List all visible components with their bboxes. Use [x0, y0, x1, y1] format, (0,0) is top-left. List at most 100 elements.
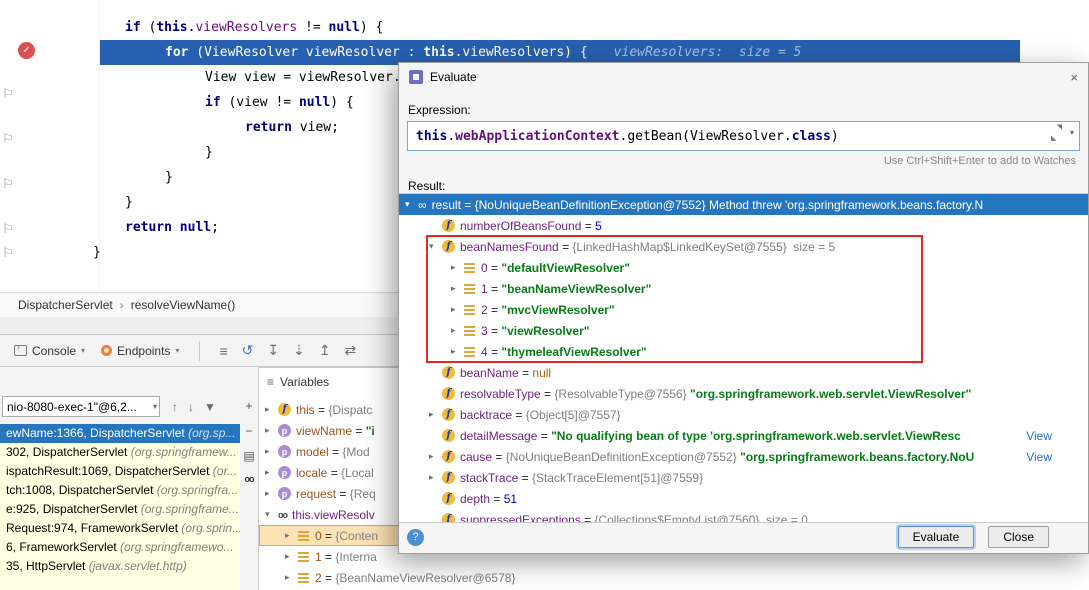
tree-row[interactable]: fresolvableType = {ResolvableType@7556} … [399, 383, 1088, 404]
chevron-right-icon[interactable]: ▸ [265, 467, 278, 478]
chevron-down-icon[interactable]: ▾ [429, 241, 442, 252]
tree-row[interactable]: ▸0 = "defaultViewResolver" [399, 257, 1088, 278]
tree-row[interactable]: ▸2 = {BeanNameViewResolver@6578} [259, 567, 1089, 588]
tree-row[interactable]: ▾∞result = {NoUniqueBeanDefinitionExcept… [399, 194, 1088, 215]
tab-label: Console [32, 344, 76, 358]
stack-frame-row[interactable]: Request:974, FrameworkServlet (org.sprin… [0, 519, 240, 538]
expand-expression-icon[interactable] [1051, 127, 1062, 138]
expression-history-chevron-icon[interactable]: ▾ [1070, 128, 1074, 137]
close-button[interactable]: Close [988, 526, 1049, 548]
thread-selector-dropdown[interactable]: nio-8080-exec-1"@6,2... ▾ [2, 396, 160, 417]
stack-frame-row[interactable]: ewName:1366, DispatcherServlet (org.sp..… [0, 424, 240, 443]
dialog-title: Evaluate [430, 70, 477, 84]
tree-row[interactable]: ▸3 = "viewResolver" [399, 320, 1088, 341]
bookmark-flag-icon[interactable]: ⚐ [2, 131, 14, 147]
chevron-right-icon[interactable]: ▸ [429, 409, 442, 420]
fetch-icon[interactable]: ⇣ [286, 342, 312, 359]
chevron-right-icon[interactable]: ▸ [451, 346, 464, 357]
field-icon: f [278, 403, 291, 416]
chevron-right-icon[interactable]: ▸ [451, 325, 464, 336]
tree-row[interactable]: fnumberOfBeansFound = 5 [399, 215, 1088, 236]
bookmark-flag-icon[interactable]: ⚐ [2, 86, 14, 102]
frame-location: e:925, DispatcherServlet [6, 502, 141, 516]
step-down-icon[interactable]: ↧ [260, 342, 286, 359]
stack-frames-list[interactable]: ewName:1366, DispatcherServlet (org.sp..… [0, 424, 240, 590]
stack-frame-row[interactable]: tch:1008, DispatcherServlet (org.springf… [0, 481, 240, 500]
rerun-icon[interactable]: ↺ [235, 342, 261, 359]
code-line: } [125, 190, 133, 215]
frame-package: (org.springframewo... [120, 540, 233, 554]
expression-input[interactable]: this.webApplicationContext.getBean(ViewR… [407, 121, 1080, 151]
tree-row[interactable]: ▸fcause = {NoUniqueBeanDefinitionExcepti… [399, 446, 1088, 467]
chevron-right-icon[interactable]: ▸ [451, 262, 464, 273]
layout-settings-icon[interactable]: ≡ [212, 343, 234, 359]
bookmark-flag-icon[interactable]: ⚐ [2, 176, 14, 192]
tab-endpoints[interactable]: Endpoints▾ [93, 341, 187, 361]
breadcrumb-class[interactable]: DispatcherServlet [18, 298, 113, 312]
switch-frames-icon[interactable]: ⇄ [338, 342, 364, 359]
chevron-right-icon[interactable]: ▸ [451, 283, 464, 294]
remove-watch-icon[interactable]: − [245, 424, 252, 438]
step-up-icon[interactable]: ↥ [312, 342, 338, 359]
evaluate-button[interactable]: Evaluate [898, 526, 975, 548]
bookmark-flag-icon[interactable]: ⚐ [2, 221, 14, 237]
field-icon: f [442, 492, 455, 505]
toolbar-separator [199, 341, 200, 361]
stack-frame-row[interactable]: 302, DispatcherServlet (org.springframew… [0, 443, 240, 462]
tab-console[interactable]: Console▾ [6, 341, 93, 361]
chevron-right-icon[interactable]: ▸ [285, 551, 298, 562]
breakpoint-icon[interactable]: ✓ [18, 42, 35, 59]
console-icon [14, 345, 27, 356]
chevron-right-icon[interactable]: ▸ [265, 446, 278, 457]
tree-row[interactable]: ▸4 = "thymeleafViewResolver" [399, 341, 1088, 362]
tree-row[interactable]: fdetailMessage = "No qualifying bean of … [399, 425, 1088, 446]
tree-row[interactable]: fdepth = 51 [399, 488, 1088, 509]
stack-frame-row[interactable]: ispatchResult:1069, DispatcherServlet (o… [0, 462, 240, 481]
tree-row[interactable]: fbeanName = null [399, 362, 1088, 383]
help-button[interactable]: ? [407, 529, 424, 546]
next-frame-icon[interactable]: ↓ [186, 400, 196, 414]
chevron-right-icon[interactable]: ▸ [265, 425, 278, 436]
chevron-right-icon[interactable]: ▸ [429, 472, 442, 483]
chevron-right-icon[interactable]: ▸ [285, 530, 298, 541]
view-link[interactable]: View [1018, 450, 1052, 464]
chevron-right-icon[interactable]: ▸ [285, 572, 298, 583]
chevron-right-icon[interactable]: ▸ [429, 451, 442, 462]
chevron-right-icon[interactable]: ▸ [265, 404, 278, 415]
prev-frame-icon[interactable]: ↑ [170, 400, 180, 414]
dialog-titlebar[interactable]: Evaluate × [399, 63, 1088, 91]
watch-icon: oo [278, 510, 287, 520]
add-watch-icon[interactable]: + [245, 399, 252, 413]
parameter-icon: p [278, 445, 291, 458]
show-watches-icon[interactable]: oo [245, 474, 254, 484]
copy-icon[interactable]: ▤ [243, 449, 254, 463]
thread-selector-value: nio-8080-exec-1"@6,2... [7, 400, 137, 414]
result-label: Result: [408, 179, 445, 193]
chevron-down-icon[interactable]: ▾ [405, 199, 418, 210]
frame-location: Request:974, FrameworkServlet [6, 521, 181, 535]
filter-frames-icon[interactable]: ▼ [202, 400, 218, 414]
chevron-down-icon: ▾ [175, 346, 179, 355]
tree-row[interactable]: ▸2 = "mvcViewResolver" [399, 299, 1088, 320]
tree-row[interactable]: ▸fstackTrace = {StackTraceElement[51]@75… [399, 467, 1088, 488]
close-icon[interactable]: × [1070, 70, 1078, 85]
tree-row[interactable]: ▸1 = "beanNameViewResolver" [399, 278, 1088, 299]
stack-frame-row[interactable]: e:925, DispatcherServlet (org.springfram… [0, 500, 240, 519]
stack-frame-row[interactable]: 35, HttpServlet (javax.servlet.http) [0, 557, 240, 576]
result-tree[interactable]: ▾∞result = {NoUniqueBeanDefinitionExcept… [399, 193, 1088, 523]
endpoints-icon [101, 345, 112, 356]
tree-row[interactable]: ▾fbeanNamesFound = {LinkedHashMap$Linked… [399, 236, 1088, 257]
chevron-right-icon[interactable]: ▸ [265, 488, 278, 499]
breadcrumb-method[interactable]: resolveViewName() [131, 298, 235, 312]
tree-row[interactable]: ▸fbacktrace = {Object[5]@7557} [399, 404, 1088, 425]
dialog-footer: ? Evaluate Close [399, 521, 1088, 553]
stack-frame-row[interactable]: 6, FrameworkServlet (org.springframewo..… [0, 538, 240, 557]
bookmark-flag-icon[interactable]: ⚐ [2, 245, 14, 261]
field-icon: f [442, 219, 455, 232]
code-line: if (view != null) { [205, 90, 354, 115]
chevron-right-icon[interactable]: ▸ [451, 304, 464, 315]
frame-package: (org.sp... [188, 426, 235, 440]
view-link[interactable]: View [1018, 429, 1052, 443]
field-icon: f [442, 429, 455, 442]
chevron-down-icon[interactable]: ▾ [265, 509, 278, 520]
